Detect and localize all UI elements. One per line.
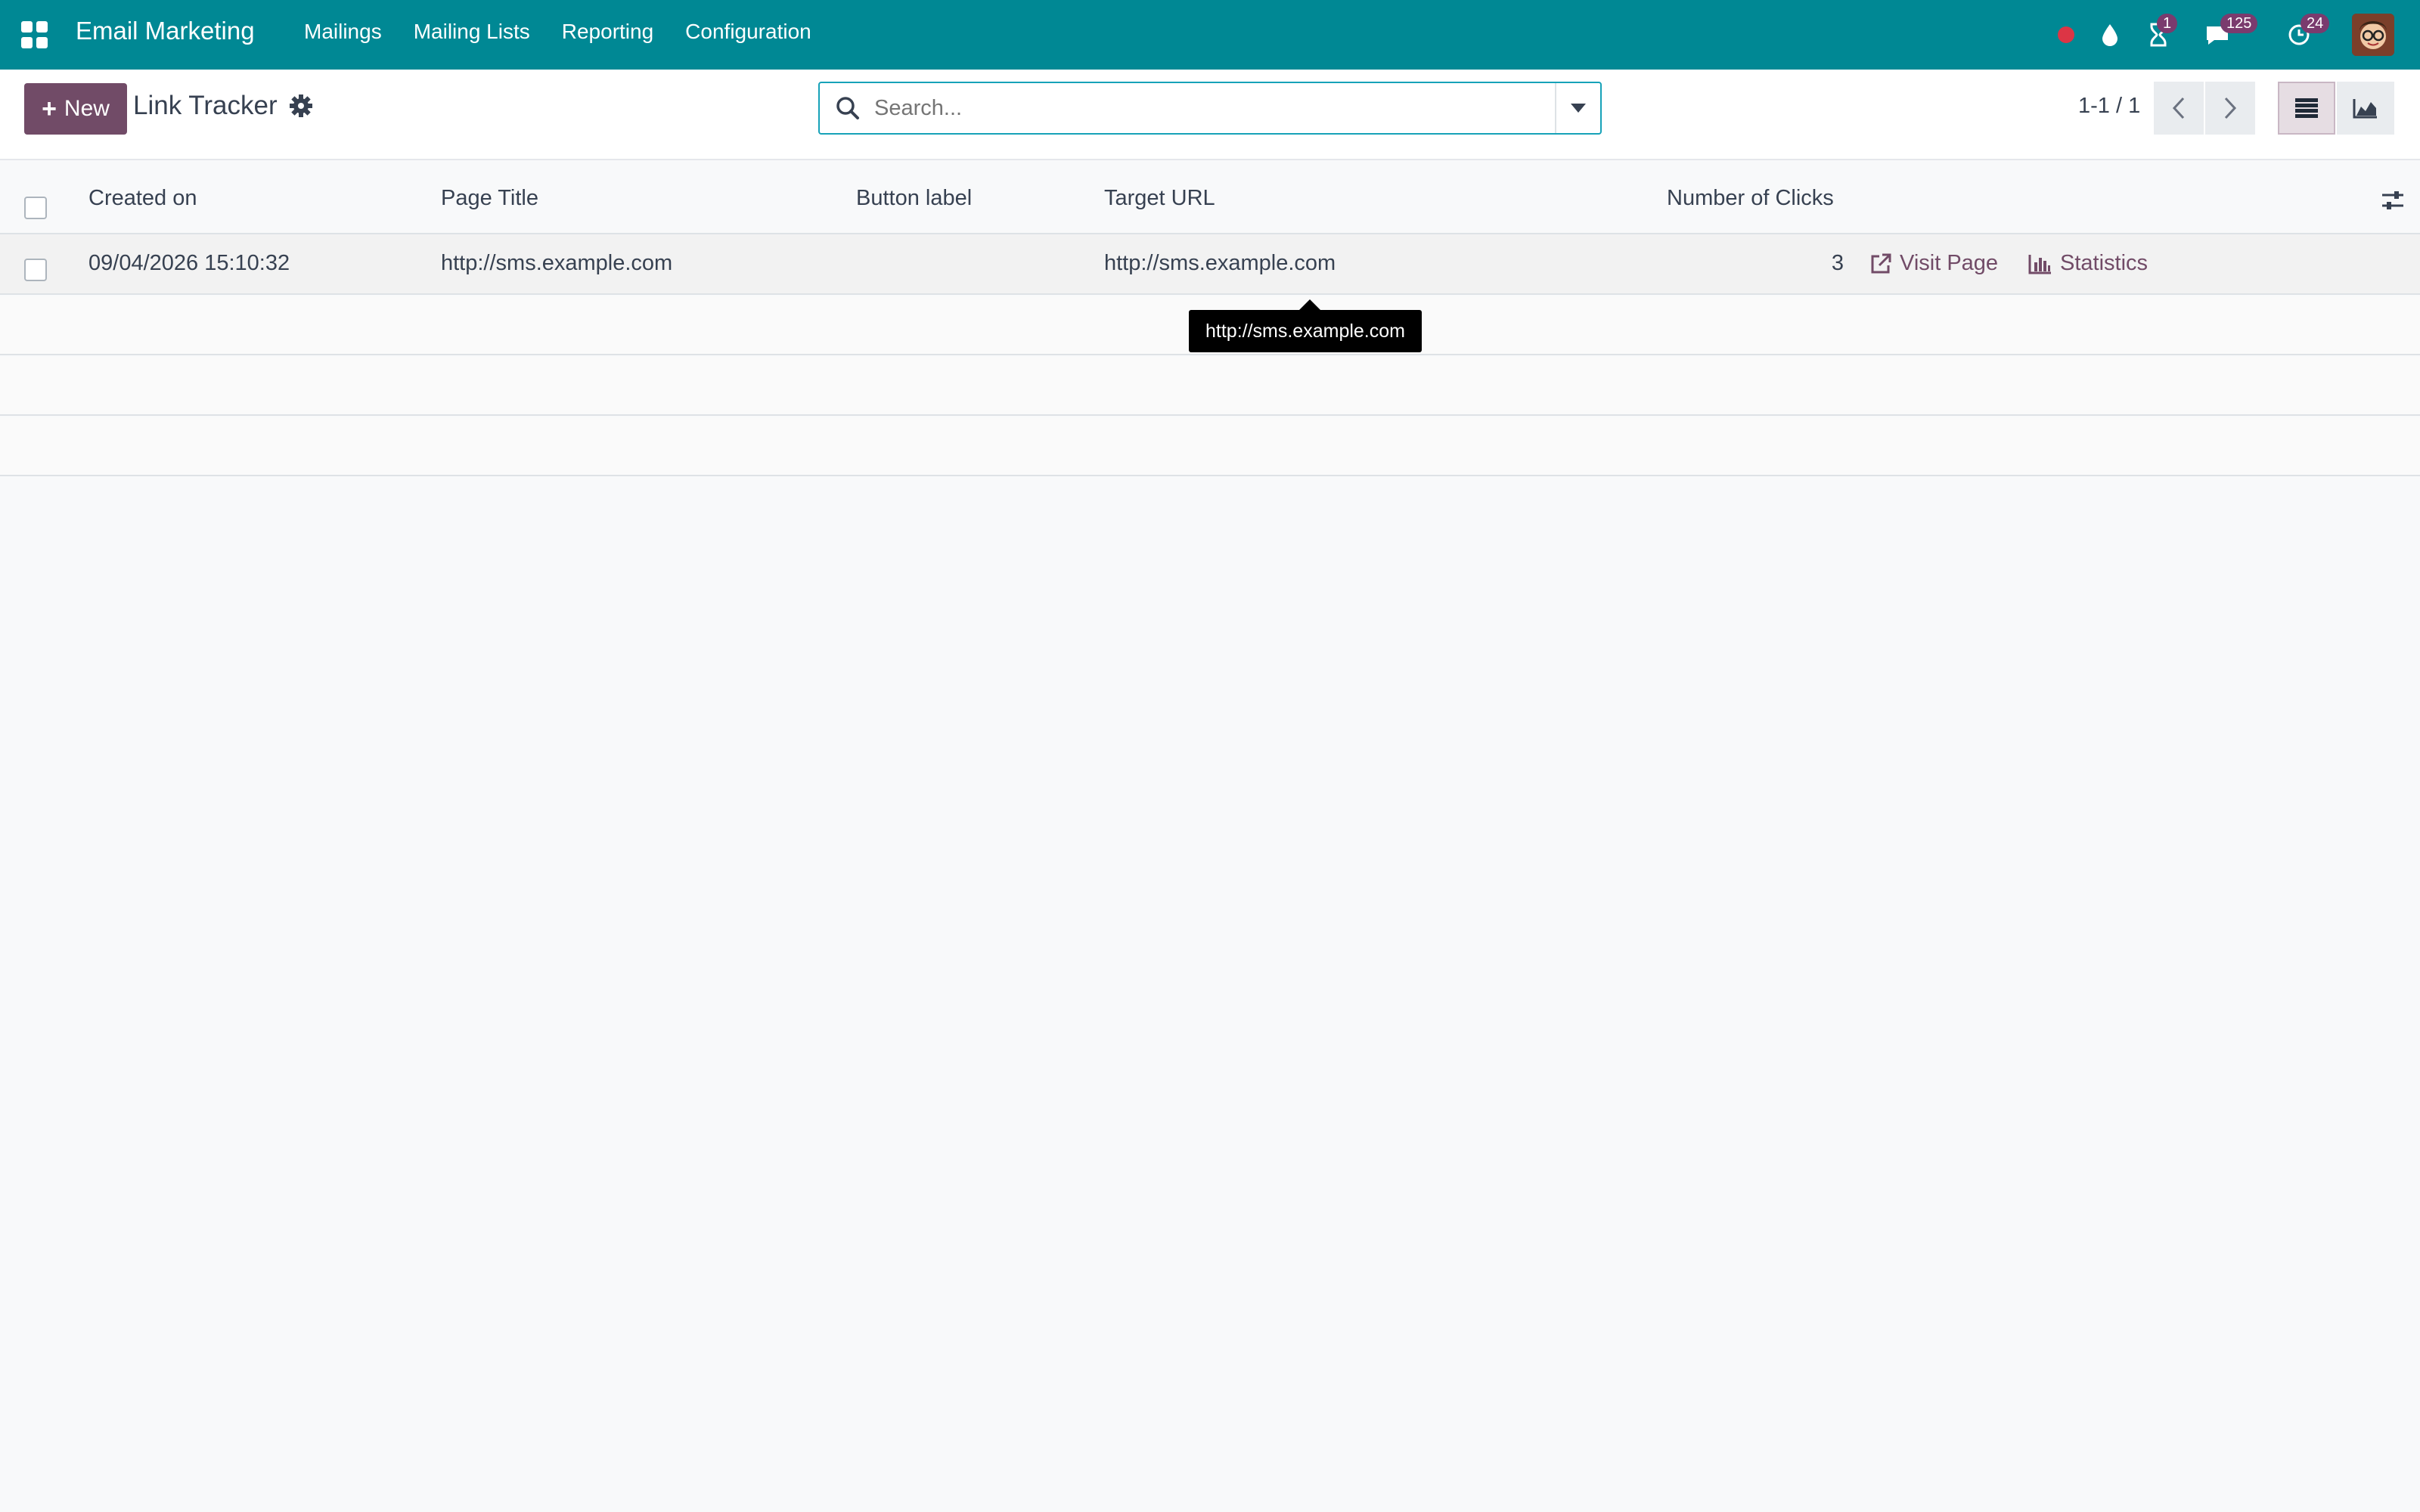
external-link-icon — [1871, 253, 1891, 273]
new-button[interactable]: + New — [24, 83, 127, 135]
chevron-left-icon — [2172, 97, 2185, 119]
menu-mailing-lists[interactable]: Mailing Lists — [414, 20, 530, 44]
area-chart-icon — [2353, 99, 2377, 119]
top-navbar: Email Marketing Mailings Mailing Lists R… — [0, 0, 2420, 70]
caret-down-icon — [1571, 104, 1586, 113]
droplet-icon[interactable] — [2096, 0, 2124, 70]
main-menu: Mailings Mailing Lists Reporting Configu… — [304, 20, 843, 44]
user-avatar[interactable] — [2352, 14, 2394, 56]
new-button-label: New — [64, 96, 110, 121]
recording-dot-icon[interactable] — [2052, 0, 2080, 70]
menu-configuration[interactable]: Configuration — [685, 20, 811, 44]
column-target-url[interactable]: Target URL — [1104, 186, 1215, 211]
list-icon — [2295, 98, 2318, 118]
visit-page-button[interactable]: Visit Page — [1869, 251, 1998, 276]
column-number-of-clicks[interactable]: Number of Clicks — [1667, 186, 1834, 211]
search-input[interactable] — [874, 95, 1540, 121]
plus-icon: + — [42, 94, 57, 123]
list-view-button[interactable] — [2278, 82, 2335, 135]
column-button-label[interactable]: Button label — [856, 186, 972, 211]
cell-created-on: 09/04/2026 15:10:32 — [88, 251, 290, 275]
chevron-right-icon — [2224, 97, 2237, 119]
pager-next-button[interactable] — [2205, 82, 2255, 135]
gear-icon[interactable] — [287, 92, 315, 119]
pager-value[interactable]: 1-1 / 1 — [2078, 94, 2140, 119]
cell-target-url: http://sms.example.com — [1104, 251, 1336, 275]
updates-clock-icon[interactable] — [2284, 0, 2314, 70]
menu-mailings[interactable]: Mailings — [304, 20, 382, 44]
row-checkbox[interactable] — [24, 259, 47, 281]
empty-row — [0, 417, 2420, 476]
app-brand[interactable]: Email Marketing — [76, 17, 255, 45]
column-created-on[interactable]: Created on — [88, 186, 197, 211]
target-url-tooltip: http://sms.example.com — [1189, 299, 1422, 352]
table-row[interactable]: 09/04/2026 15:10:32 http://sms.example.c… — [0, 234, 2420, 295]
optional-columns-icon[interactable] — [2381, 189, 2405, 215]
breadcrumb: Link Tracker — [133, 91, 278, 120]
statistics-label: Statistics — [2060, 251, 2149, 275]
cell-number-of-clicks: 3 — [1831, 251, 1844, 275]
empty-row — [0, 357, 2420, 416]
select-all-checkbox[interactable] — [24, 197, 47, 219]
menu-reporting[interactable]: Reporting — [562, 20, 653, 44]
pager-previous-button[interactable] — [2154, 82, 2204, 135]
activity-hourglass-icon[interactable] — [2143, 0, 2173, 70]
search-options-toggle[interactable] — [1555, 83, 1600, 133]
messages-badge: 125 — [2220, 14, 2258, 33]
apps-menu-icon[interactable] — [21, 21, 48, 48]
cell-page-title: http://sms.example.com — [441, 251, 673, 275]
updates-badge: 24 — [2301, 14, 2330, 33]
activity-badge: 1 — [2157, 14, 2178, 33]
control-panel: + New Link Tracker 1-1 / — [0, 70, 2420, 160]
table-header: Created on Page Title Button label Targe… — [0, 162, 2420, 234]
messages-icon[interactable] — [2202, 0, 2232, 70]
graph-view-button[interactable] — [2337, 82, 2394, 135]
statistics-button[interactable]: Statistics — [2028, 251, 2148, 276]
search-icon — [835, 95, 861, 121]
search-bar — [818, 82, 1602, 135]
bar-chart-icon — [2028, 254, 2051, 274]
column-page-title[interactable]: Page Title — [441, 186, 538, 211]
visit-page-label: Visit Page — [1900, 251, 1999, 275]
